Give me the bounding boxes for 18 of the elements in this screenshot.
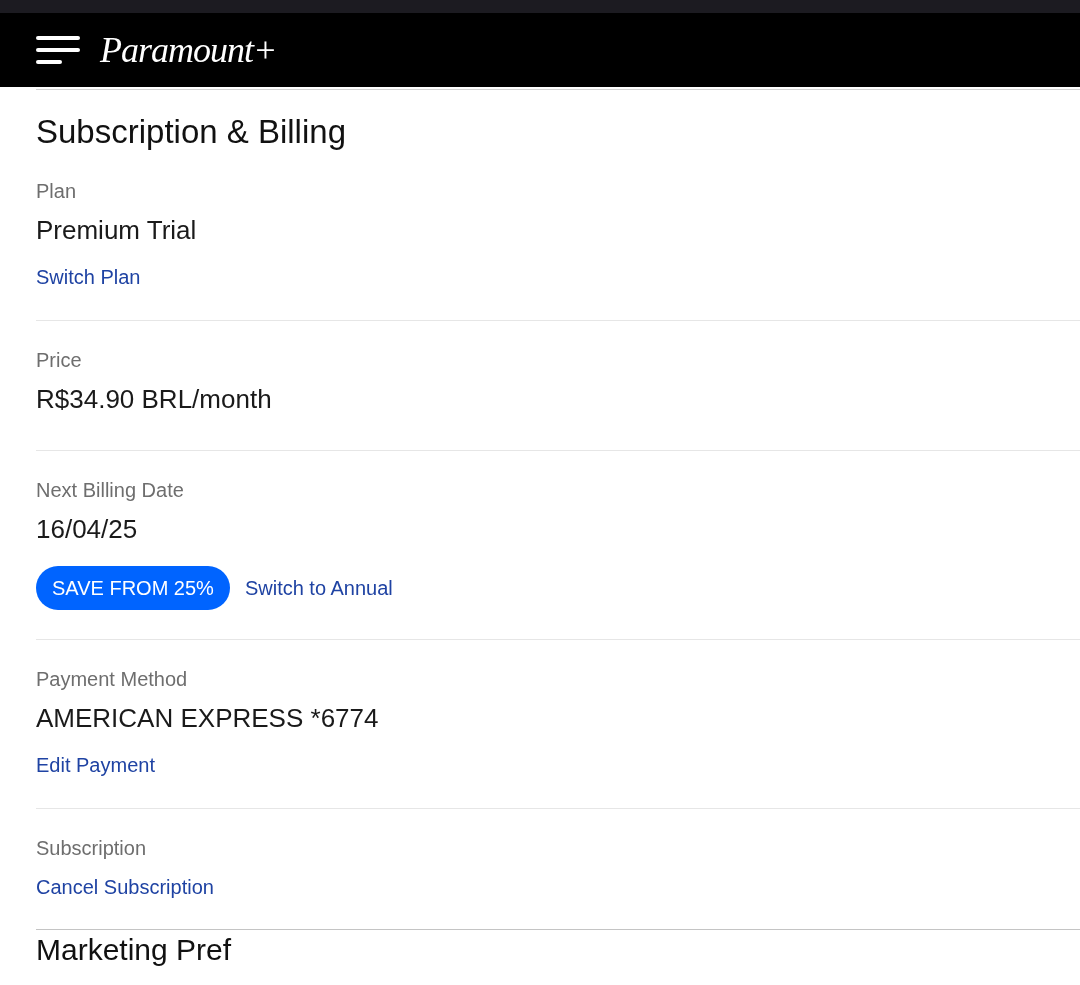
field-value: R$34.90 BRL/month <box>36 383 273 416</box>
field-value: 16/04/25 <box>36 513 139 546</box>
field-label: Next Billing Date <box>36 478 185 503</box>
brand-logo[interactable]: Paramount+ <box>100 28 277 72</box>
action-link[interactable]: Switch Plan <box>36 263 141 291</box>
field-value: Premium Trial <box>36 214 198 247</box>
action-link[interactable]: Edit Payment <box>36 751 155 779</box>
discount-badge: SAVE FROM 25% <box>36 566 230 610</box>
field-label: Subscription <box>36 836 148 861</box>
action-link[interactable]: Cancel Subscription <box>36 873 214 901</box>
page-title: Subscription & Billing <box>36 112 347 152</box>
field-label: Plan <box>36 179 78 204</box>
field-label: Price <box>36 348 83 373</box>
field-label: Payment Method <box>36 667 189 692</box>
field-value: AMERICAN EXPRESS *6774 <box>36 702 380 735</box>
action-link[interactable]: Switch to Annual <box>244 574 393 602</box>
menu-icon[interactable] <box>36 36 80 64</box>
section-heading: Marketing Pref <box>36 932 233 968</box>
